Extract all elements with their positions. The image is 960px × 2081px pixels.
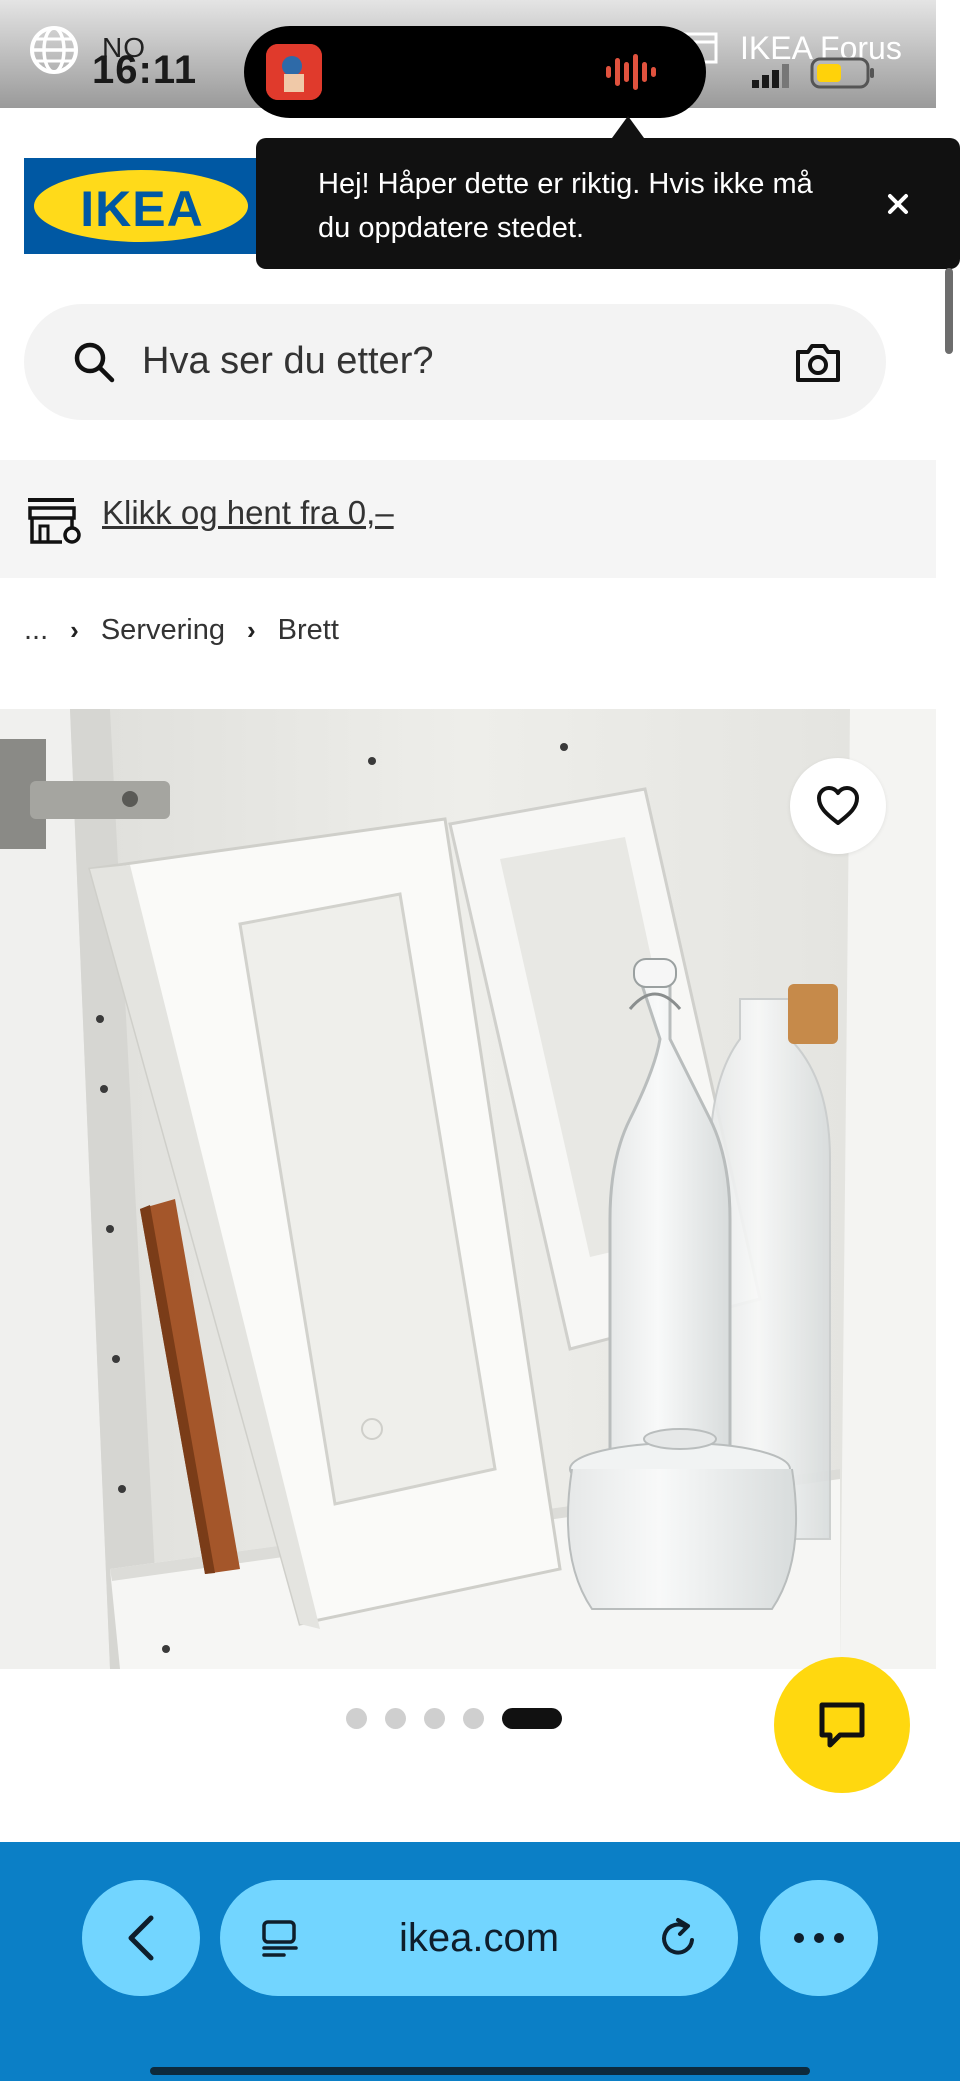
globe-icon[interactable]	[28, 24, 80, 76]
signal-icon	[752, 64, 789, 88]
browser-toolbar: ikea.com	[0, 1842, 960, 2081]
product-photo	[0, 709, 936, 1669]
carousel-dot-active[interactable]	[502, 1707, 562, 1729]
chevron-right-icon: ›	[246, 614, 256, 645]
ikea-logo[interactable]: IKEA	[24, 158, 260, 254]
carousel-dot[interactable]	[463, 1707, 484, 1729]
store-pickup-icon	[28, 498, 81, 544]
dynamic-island[interactable]	[244, 26, 706, 118]
heart-icon	[817, 786, 859, 825]
tooltip-message: Hej! Håper dette er riktig. Hvis ikke må…	[318, 168, 813, 244]
search-input[interactable]: Hva ser du etter?	[24, 304, 886, 420]
click-collect-link[interactable]: Klikk og hent fra 0,–	[102, 494, 394, 532]
address-bar[interactable]: ikea.com	[220, 1880, 738, 1996]
status-time: 16:11	[92, 48, 198, 92]
breadcrumb: ... › Servering › Brett	[24, 610, 339, 650]
carousel-dot[interactable]	[424, 1707, 445, 1729]
carousel-dot[interactable]	[346, 1707, 367, 1729]
search-placeholder: Hva ser du etter?	[142, 340, 434, 382]
back-button[interactable]	[82, 1880, 200, 1996]
breadcrumb-item-servering[interactable]: Servering	[101, 614, 225, 647]
location-tooltip: Hej! Håper dette er riktig. Hvis ikke må…	[256, 138, 960, 269]
tooltip-arrow	[612, 116, 644, 138]
promo-bar[interactable]: Klikk og hent fra 0,–	[0, 460, 936, 578]
chevron-left-icon	[128, 1915, 154, 1961]
carousel-indicator	[346, 1706, 562, 1730]
logo-text: IKEA	[80, 181, 204, 237]
carousel-dot[interactable]	[385, 1707, 406, 1729]
breadcrumb-ellipsis[interactable]: ...	[24, 614, 48, 647]
more-button[interactable]	[760, 1880, 878, 1996]
battery-icon	[810, 57, 874, 89]
chat-icon	[819, 1702, 865, 1748]
camera-icon[interactable]	[794, 340, 842, 384]
more-icon	[794, 1933, 844, 1943]
scrollbar-thumb[interactable]	[945, 268, 953, 354]
search-icon	[74, 342, 115, 383]
product-image[interactable]	[0, 709, 936, 1669]
close-icon[interactable]	[880, 186, 916, 222]
favorite-button[interactable]	[790, 758, 886, 854]
chevron-right-icon: ›	[70, 614, 79, 645]
now-playing-artwork[interactable]	[266, 44, 322, 100]
chat-button[interactable]	[774, 1657, 910, 1793]
reload-icon[interactable]	[656, 1916, 700, 1960]
audio-wave-icon	[606, 54, 656, 90]
home-indicator[interactable]	[150, 2067, 810, 2075]
breadcrumb-item-brett[interactable]: Brett	[278, 614, 339, 647]
